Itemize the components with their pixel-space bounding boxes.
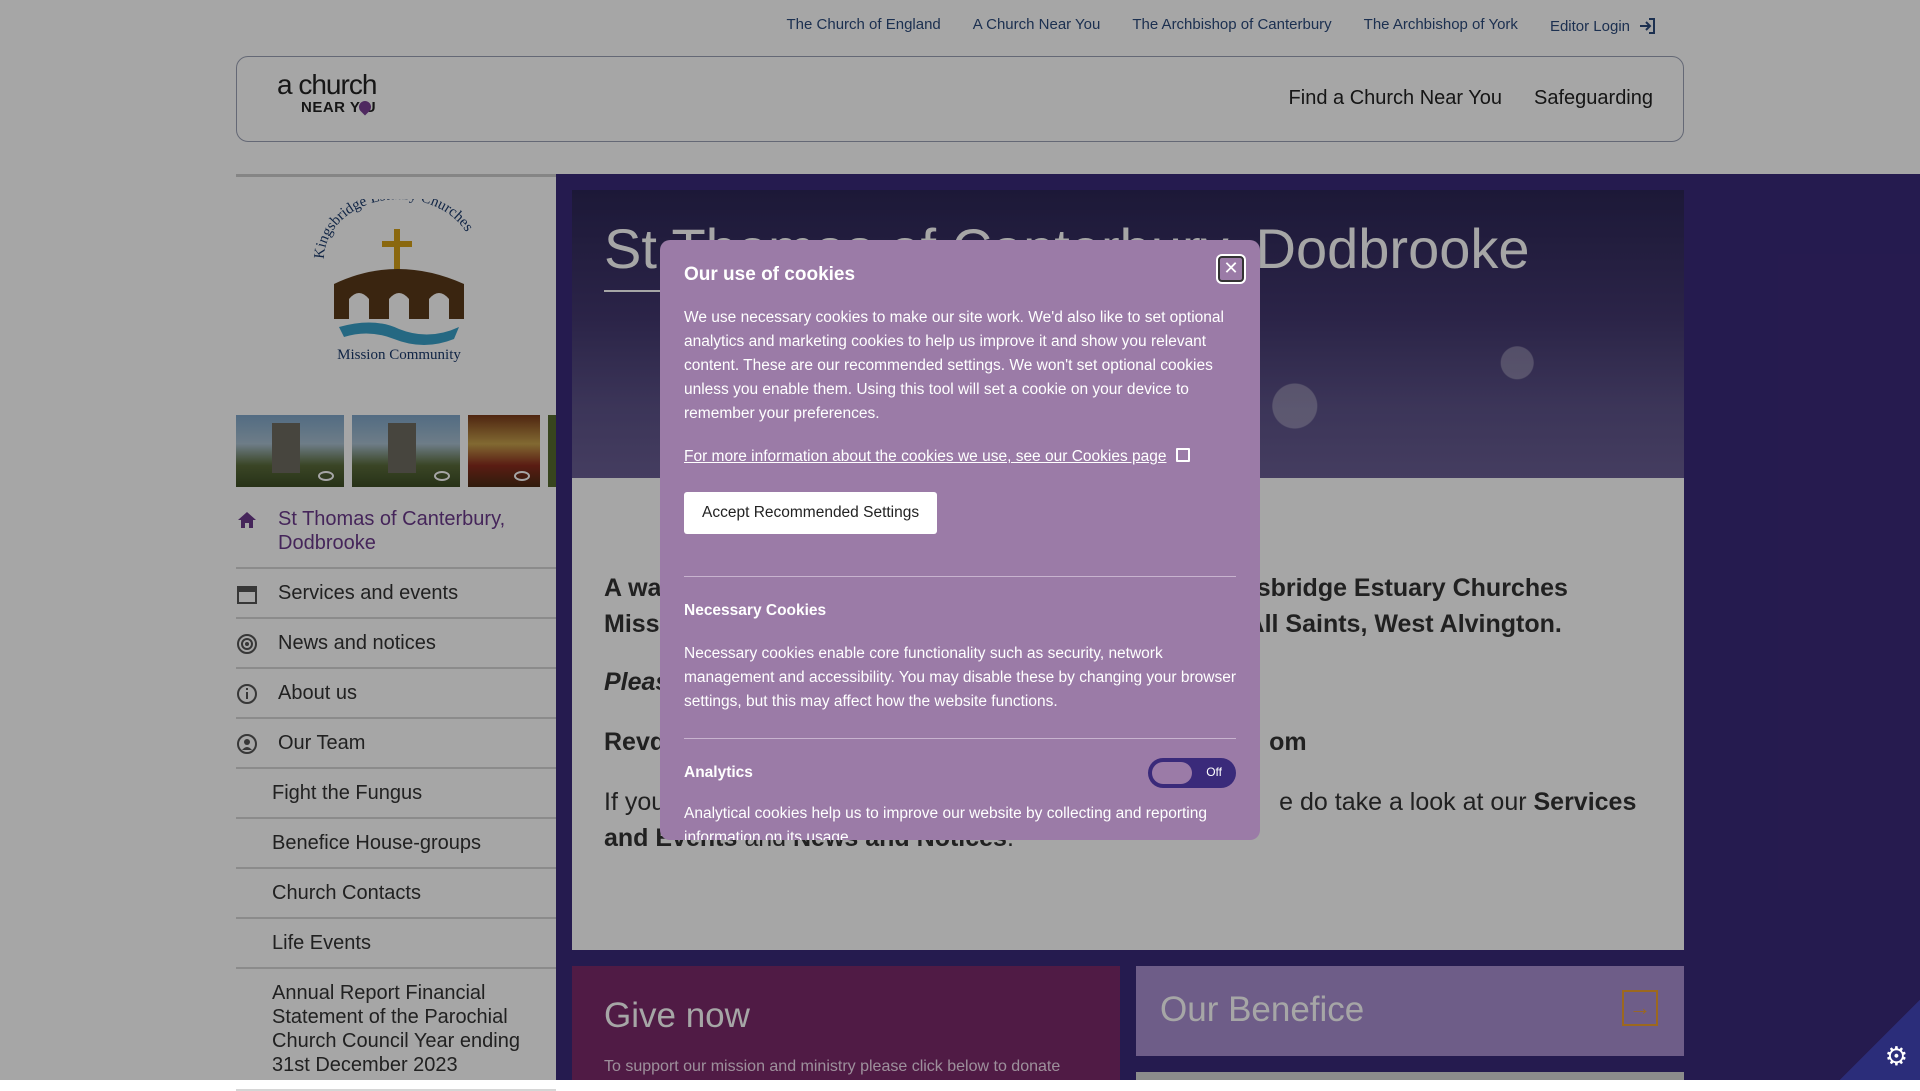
close-icon[interactable]: ✕ — [1218, 256, 1244, 282]
toggle-knob — [1152, 762, 1192, 784]
necessary-cookies-heading: Necessary Cookies — [684, 602, 827, 619]
necessary-cookies-text: Necessary cookies enable core functional… — [684, 645, 1237, 710]
analytics-toggle[interactable]: Off — [1148, 758, 1236, 788]
accept-recommended-button[interactable]: Accept Recommended Settings — [684, 492, 938, 534]
cookie-consent-dialog: Our use of cookies ✕ We use necessary co… — [660, 240, 1260, 840]
cookie-dialog-header: Our use of cookies — [684, 264, 1236, 286]
cookie-dialog-title: Our use of cookies — [684, 264, 856, 285]
external-link-icon — [1176, 448, 1191, 462]
analytics-heading: Analytics — [684, 764, 753, 781]
cookies-page-link[interactable]: For more information about the cookies w… — [684, 448, 1191, 466]
cookie-settings-button[interactable]: ⚙ — [1840, 1000, 1920, 1080]
analytics-toggle-label: Off — [1206, 765, 1222, 779]
analytics-text: Analytical cookies help us to improve ou… — [684, 805, 1207, 840]
divider — [684, 738, 1236, 739]
divider — [684, 576, 1236, 577]
gear-icon: ⚙ — [1884, 1041, 1908, 1071]
cookies-page-link-label: For more information about the cookies w… — [684, 448, 1167, 465]
cookie-intro-text: We use necessary cookies to make our sit… — [684, 309, 1224, 422]
